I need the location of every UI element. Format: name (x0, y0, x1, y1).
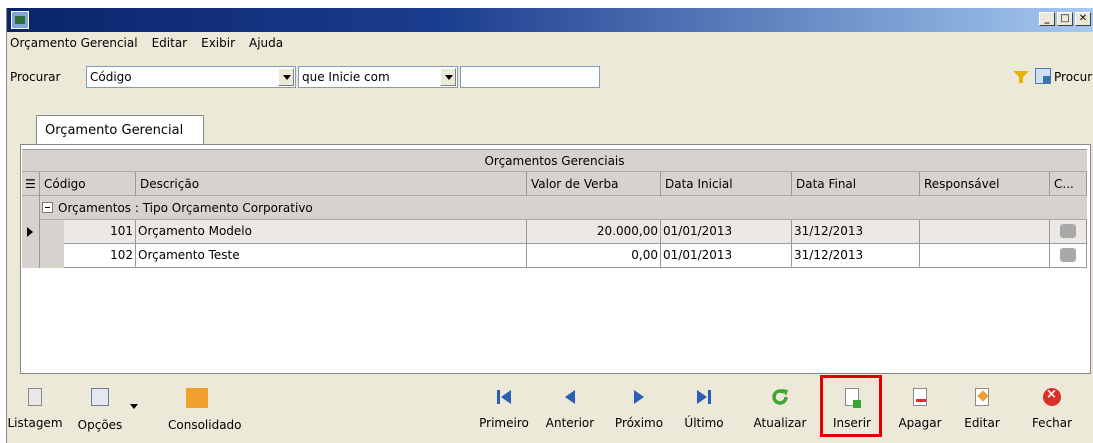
cell-c[interactable] (1050, 220, 1087, 244)
menu-orcamento-gerencial[interactable]: Orçamento Gerencial (10, 36, 138, 50)
current-row-indicator-icon (22, 220, 40, 244)
app-icon (11, 11, 29, 29)
cell-data-final[interactable]: 31/12/2013 (792, 244, 920, 268)
tab-orcamento-gerencial[interactable]: Orçamento Gerencial (36, 115, 204, 145)
search-bar: Procurar Código que Inicie com Procurar (10, 66, 1093, 90)
glove-icon (1060, 248, 1076, 262)
document-icon (28, 388, 42, 406)
last-icon (697, 390, 711, 404)
search-input[interactable] (460, 66, 600, 88)
column-data-final[interactable]: Data Final (792, 172, 920, 196)
options-icon (91, 388, 109, 406)
inserir-highlight (820, 375, 882, 437)
edit-document-icon (975, 388, 989, 406)
group-row: Orçamentos : Tipo Orçamento Corporativo (22, 196, 1087, 220)
column-descricao[interactable]: Descrição (136, 172, 527, 196)
grid-header-row: ☰ Código Descrição Valor de Verba Data I… (22, 172, 1087, 196)
cell-responsavel[interactable] (920, 220, 1050, 244)
grid-group-header: Orçamentos Gerenciais (22, 150, 1087, 172)
first-icon (497, 390, 511, 404)
apagar-button[interactable]: Apagar (892, 380, 948, 440)
previous-icon (565, 390, 575, 404)
title-bar: _ □ ✕ (7, 8, 1093, 32)
chevron-down-icon[interactable] (440, 68, 456, 86)
search-label: Procurar (10, 70, 61, 84)
atualizar-button[interactable]: Atualizar (746, 380, 814, 440)
opcoes-dropdown[interactable] (128, 380, 142, 440)
menu-bar: Orçamento Gerencial Editar Exibir Ajuda (10, 36, 283, 50)
opcoes-button[interactable]: Opções (72, 380, 128, 440)
menu-ajuda[interactable]: Ajuda (249, 36, 283, 50)
menu-exibir[interactable]: Exibir (201, 36, 235, 50)
cell-c[interactable] (1050, 244, 1087, 268)
cell-valor[interactable]: 20.000,00 (527, 220, 661, 244)
close-icon: × (1043, 387, 1061, 406)
cell-data-final[interactable]: 31/12/2013 (792, 220, 920, 244)
column-codigo[interactable]: Código (40, 172, 136, 196)
cell-codigo[interactable]: 101 (64, 220, 136, 244)
search-operator-select[interactable]: que Inicie com (298, 66, 458, 88)
column-data-inicial[interactable]: Data Inicial (661, 172, 792, 196)
collapse-icon[interactable] (42, 202, 53, 213)
listagem-button[interactable]: Listagem (6, 380, 64, 440)
bottom-toolbar: Listagem Opções Consolidado Primeiro Ant… (6, 380, 1093, 443)
refresh-icon (772, 389, 788, 405)
cell-data-inicial[interactable]: 01/01/2013 (661, 244, 792, 268)
ultimo-button[interactable]: Último (676, 380, 732, 440)
data-grid: Orçamentos Gerenciais ☰ Código Descrição… (22, 149, 1087, 373)
cell-descricao[interactable]: Orçamento Modelo (136, 220, 527, 244)
search-operator-value: que Inicie com (302, 70, 390, 84)
search-field-select[interactable]: Código (86, 66, 296, 88)
fechar-button[interactable]: × Fechar (1024, 380, 1080, 440)
table-row[interactable]: 102 Orçamento Teste 0,00 01/01/2013 31/1… (22, 244, 1087, 268)
menu-editar[interactable]: Editar (152, 36, 188, 50)
column-c[interactable]: C... (1050, 172, 1087, 196)
chevron-down-icon[interactable] (278, 68, 294, 86)
consolidado-button[interactable]: Consolidado (156, 380, 242, 440)
cell-valor[interactable]: 0,00 (527, 244, 661, 268)
anterior-button[interactable]: Anterior (540, 380, 600, 440)
column-valor-verba[interactable]: Valor de Verba (527, 172, 661, 196)
cell-descricao[interactable]: Orçamento Teste (136, 244, 527, 268)
cell-responsavel[interactable] (920, 244, 1050, 268)
proximo-button[interactable]: Próximo (610, 380, 668, 440)
group-row-label: Orçamentos : Tipo Orçamento Corporativo (58, 201, 313, 215)
column-responsavel[interactable]: Responsável (920, 172, 1050, 196)
cell-data-inicial[interactable]: 01/01/2013 (661, 220, 792, 244)
filter-icon[interactable] (1013, 71, 1029, 83)
next-icon (634, 390, 644, 404)
search-icon[interactable] (1035, 68, 1051, 84)
consolidate-icon (186, 388, 208, 408)
search-field-value: Código (90, 70, 132, 84)
column-chooser-icon[interactable]: ☰ (22, 172, 40, 196)
close-button[interactable]: ✕ (1075, 12, 1091, 26)
minimize-button[interactable]: _ (1039, 12, 1055, 26)
maximize-button[interactable]: □ (1057, 12, 1073, 26)
search-button[interactable]: Procurar (1054, 70, 1093, 84)
chevron-down-icon (130, 404, 138, 409)
glove-icon (1060, 224, 1076, 238)
delete-document-icon (913, 388, 927, 406)
cell-codigo[interactable]: 102 (64, 244, 136, 268)
grid-panel: Orçamentos Gerenciais ☰ Código Descrição… (20, 144, 1091, 374)
primeiro-button[interactable]: Primeiro (476, 380, 532, 440)
editar-button[interactable]: Editar (954, 380, 1010, 440)
table-row[interactable]: 101 Orçamento Modelo 20.000,00 01/01/201… (22, 220, 1087, 244)
